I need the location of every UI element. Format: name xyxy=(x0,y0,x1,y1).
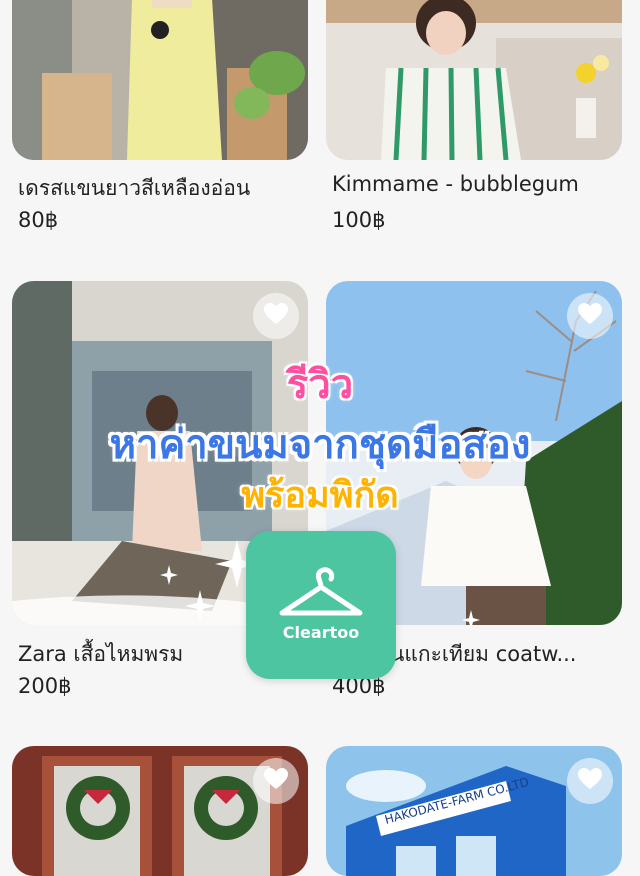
heart-icon xyxy=(263,302,289,330)
product-price: 80฿ xyxy=(18,208,59,232)
product-price: 200฿ xyxy=(18,674,72,698)
hanger-icon xyxy=(279,567,363,616)
sparkle-icon xyxy=(462,610,480,630)
product-title[interactable]: เดรสแขนยาวสีเหลืองอ่อน xyxy=(18,172,250,205)
product-image-yellow-dress[interactable] xyxy=(12,0,308,160)
product-price: 100฿ xyxy=(332,208,386,232)
heart-icon xyxy=(263,767,289,795)
logo-wordmark: Cleartoo xyxy=(282,623,360,642)
sparkle-icon xyxy=(185,590,215,622)
heart-icon xyxy=(577,302,603,330)
favorite-button[interactable] xyxy=(567,758,613,804)
overlay-review-text: รีวิว xyxy=(286,362,354,408)
overlay-subheadline: พร้อมพิกัด xyxy=(241,475,399,516)
sparkle-icon xyxy=(160,565,178,585)
heart-icon xyxy=(577,767,603,795)
favorite-button[interactable] xyxy=(253,758,299,804)
product-title[interactable]: Zara เสื้อไหมพรม xyxy=(18,638,183,671)
product-title[interactable]: Kimmame - bubblegum xyxy=(332,172,579,196)
product-image-striped-shirt[interactable] xyxy=(326,0,622,160)
app-logo: Cleartoo xyxy=(246,531,396,679)
favorite-button[interactable] xyxy=(253,293,299,339)
favorite-button[interactable] xyxy=(567,293,613,339)
